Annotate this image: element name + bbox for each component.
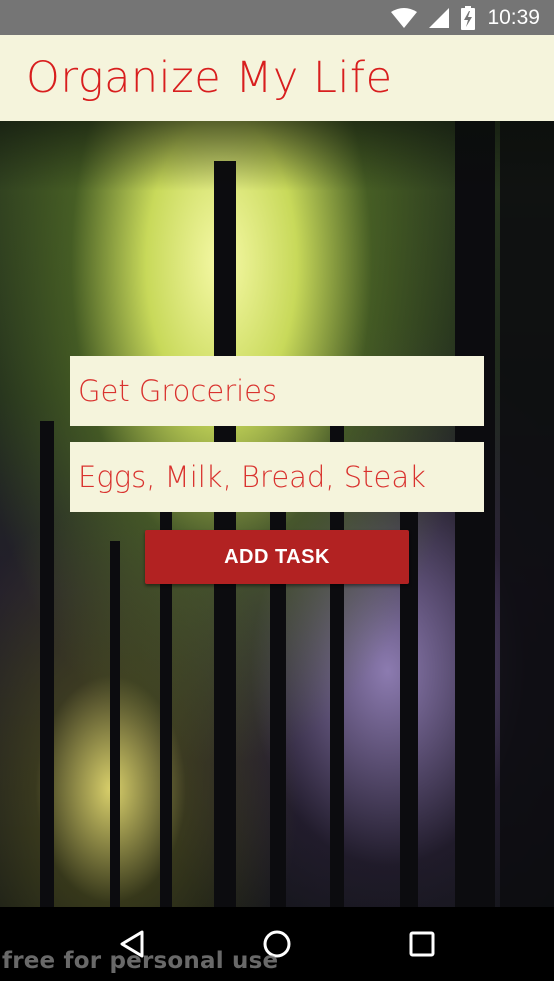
signal-icon (429, 7, 450, 28)
app-title: Organize My Life (26, 53, 393, 103)
status-bar: 10:39 (0, 0, 554, 35)
recents-icon[interactable] (392, 914, 452, 974)
watermark-text: free for personal use (2, 948, 279, 974)
battery-icon (461, 5, 476, 30)
add-task-button[interactable]: ADD TASK (145, 530, 409, 584)
forest-background-image (0, 121, 554, 907)
task-details-input[interactable]: Eggs, Milk, Bread, Steak (70, 442, 484, 512)
wifi-icon (391, 7, 418, 28)
clock-time: 10:39 (487, 5, 540, 29)
task-title-input[interactable]: Get Groceries (70, 356, 484, 426)
app-bar: Organize My Life (0, 35, 554, 121)
